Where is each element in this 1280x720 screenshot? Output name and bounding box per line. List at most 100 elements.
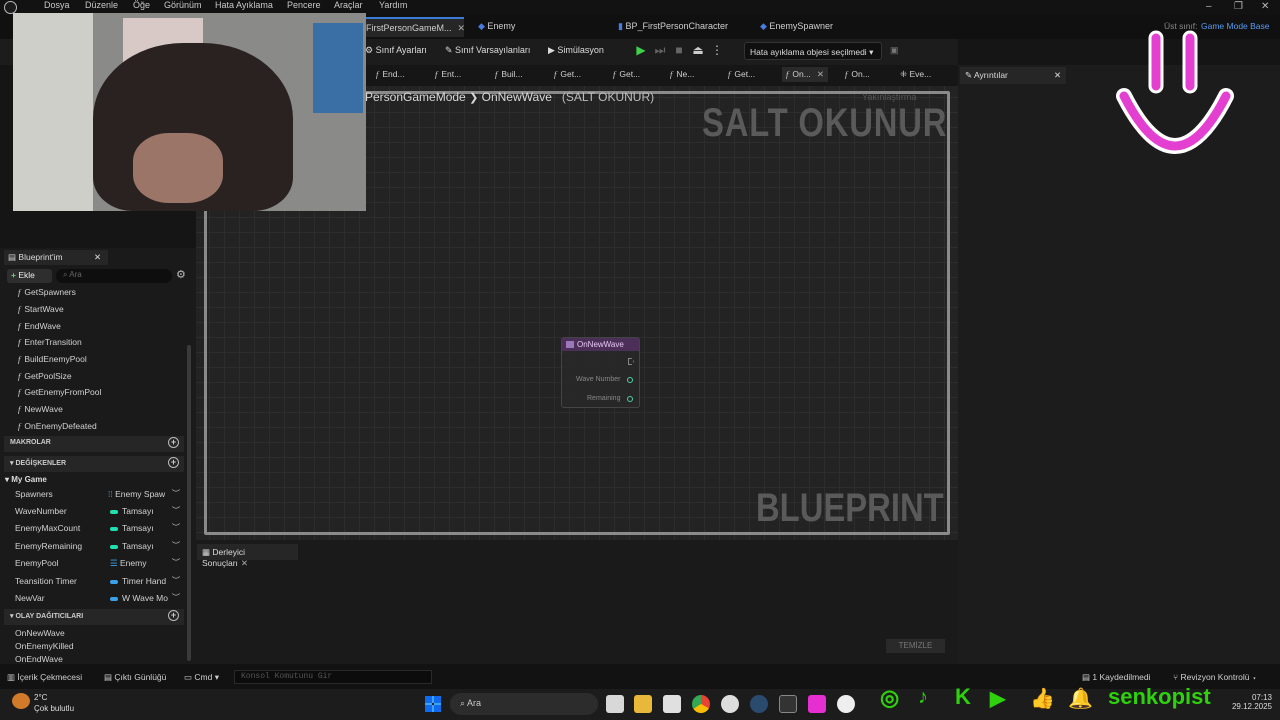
dispatcher-item[interactable]: OnNewWave (15, 628, 65, 638)
fn-tab-eve[interactable]: ⁜ Eve... (900, 69, 931, 80)
search-input[interactable]: ⌕ Ara (56, 269, 172, 283)
settings-gear-icon[interactable]: ⚙ (176, 268, 186, 281)
menu-edit[interactable]: Düzenle (85, 0, 118, 10)
add-button[interactable]: + Ekle (7, 269, 52, 283)
function-item[interactable]: f GetPoolSize (18, 371, 72, 381)
chevron-down-icon[interactable]: ︶ (172, 522, 180, 533)
menu-asset[interactable]: Öğe (133, 0, 150, 10)
variable-name[interactable]: Spawners (15, 489, 53, 499)
chevron-down-icon[interactable]: ︶ (172, 540, 180, 551)
fn-tab-get-2[interactable]: f Get... (613, 69, 640, 79)
chrome-icon[interactable] (692, 695, 710, 713)
fn-tab-ent[interactable]: f Ent... (435, 69, 461, 79)
variable-type[interactable]: ☰ Enemy (110, 558, 146, 569)
details-tab[interactable]: ✎ Ayrıntılar ✕ (960, 67, 1066, 84)
content-drawer-button[interactable]: ▥ İçerik Çekmecesi (7, 672, 82, 683)
menu-help[interactable]: Yardım (379, 0, 407, 10)
pin-dot-remaining[interactable] (627, 396, 633, 402)
maximize-icon[interactable]: ❐ (1234, 1, 1243, 12)
fn-tab-get-3[interactable]: f Get... (728, 69, 755, 79)
clear-button[interactable]: TEMİZLE (886, 639, 945, 653)
tab-enemyspawner[interactable]: ◆ EnemySpawner (752, 17, 841, 37)
menu-window[interactable]: Pencere (287, 0, 321, 10)
weather-icon[interactable] (12, 693, 30, 709)
variable-name[interactable]: EnemyMaxCount (15, 523, 80, 533)
class-settings-button[interactable]: ⚙ Sınıf Ayarları (365, 45, 427, 56)
unreal-engine-icon[interactable] (837, 695, 855, 713)
menu-tools[interactable]: Araçlar (334, 0, 363, 10)
add-dispatcher-icon[interactable]: + (168, 610, 179, 621)
fn-tab-end[interactable]: f End... (376, 69, 405, 79)
console-input[interactable]: Konsol Komutunu Gir (234, 670, 432, 684)
file-explorer-icon[interactable] (634, 695, 652, 713)
minimize-icon[interactable]: – (1206, 1, 1212, 12)
add-macro-icon[interactable]: + (168, 437, 179, 448)
simulation-button[interactable]: ▶ Simülasyon (548, 45, 604, 56)
browse-icon[interactable]: ▣ (890, 45, 899, 56)
variable-name[interactable]: WaveNumber (15, 506, 67, 516)
store-icon[interactable] (663, 695, 681, 713)
function-item[interactable]: f EndWave (18, 321, 61, 331)
output-log-button[interactable]: ▤ Çıktı Günlüğü (104, 672, 166, 683)
scrollbar[interactable] (187, 345, 191, 661)
fn-tab-ne[interactable]: f Ne... (670, 69, 694, 79)
variable-name[interactable]: EnemyRemaining (15, 541, 82, 551)
add-variable-icon[interactable]: + (168, 457, 179, 468)
compiler-results-tab[interactable]: ▦ Derleyici Sonuçları ✕ (197, 544, 298, 568)
taskbar-search[interactable]: ⌕ Ara (450, 693, 598, 715)
dispatchers-section[interactable]: ▾ OLAY DAĞITICILARI + (4, 609, 184, 625)
macros-section[interactable]: MAKROLAR + (4, 436, 184, 452)
exec-pin[interactable] (628, 358, 634, 365)
app-icon[interactable] (808, 695, 826, 713)
chevron-down-icon[interactable]: ︶ (172, 592, 180, 603)
advance-frame-icon[interactable]: ⏭ (653, 43, 667, 57)
cmd-dropdown[interactable]: ▭ Cmd ▾ (184, 672, 219, 683)
clock[interactable]: 07:13 29.12.2025 (1228, 693, 1272, 711)
function-item[interactable]: f GetEnemyFromPool (18, 387, 101, 397)
revision-control-button[interactable]: ⑂ Revizyon Kontrolü ▾ (1173, 672, 1257, 682)
dispatcher-item[interactable]: OnEndWave (15, 654, 63, 664)
close-tab-icon[interactable]: ✕ (1054, 70, 1061, 81)
fn-tab-get-1[interactable]: f Get... (554, 69, 581, 79)
task-view-icon[interactable] (606, 695, 624, 713)
fn-tab-buil[interactable]: f Buil... (495, 69, 523, 79)
variable-category[interactable]: ▾ My Game (5, 475, 47, 484)
tab-gamemode[interactable]: FirstPersonGameM... ✕ (358, 17, 466, 37)
function-item[interactable]: f OnEnemyDefeated (18, 421, 97, 431)
event-node-onnewwave[interactable]: OnNewWave Wave Number Remaining (561, 337, 640, 408)
function-item[interactable]: f NewWave (18, 404, 63, 414)
windows-start-icon[interactable] (425, 696, 441, 712)
chevron-down-icon[interactable]: ︶ (172, 505, 180, 516)
close-tab-icon[interactable]: ✕ (458, 23, 466, 33)
tab-enemy[interactable]: ◆ Enemy (470, 17, 523, 37)
class-defaults-button[interactable]: ✎ Sınıf Varsayılanları (445, 45, 530, 56)
function-item[interactable]: f StartWave (18, 304, 64, 314)
function-item[interactable]: f BuildEnemyPool (18, 354, 87, 364)
pin-dot-wave-number[interactable] (627, 377, 633, 383)
variable-type[interactable]: W Wave Mo (110, 593, 168, 603)
chevron-down-icon[interactable]: ︶ (172, 575, 180, 586)
close-tab-icon[interactable]: ✕ (94, 252, 101, 263)
variable-type[interactable]: Tamsayı (110, 541, 154, 551)
more-options-icon[interactable]: ⋮ (710, 43, 724, 57)
stop-icon[interactable]: ■ (672, 43, 686, 57)
variables-section[interactable]: ▾ DEĞİŞKENLER + (4, 456, 184, 472)
play-icon[interactable]: ▶ (634, 43, 648, 57)
variable-type[interactable]: Tamsayı (110, 523, 154, 533)
obs-icon[interactable] (721, 695, 739, 713)
variable-name[interactable]: NewVar (15, 593, 45, 603)
tab-bp-firstpersoncharacter[interactable]: ▮ BP_FirstPersonCharacter (610, 17, 736, 37)
variable-type[interactable]: Tamsayı (110, 506, 154, 516)
variable-name[interactable]: Teansition Timer (15, 576, 77, 586)
steam-icon[interactable] (750, 695, 768, 713)
unsaved-button[interactable]: ▤ 1 Kaydedilmedi (1082, 672, 1151, 683)
fn-tab-on[interactable]: f On... (845, 69, 870, 79)
dispatcher-item[interactable]: OnEnemyKilled (15, 641, 74, 651)
chevron-down-icon[interactable]: ︶ (172, 488, 180, 499)
menu-debug[interactable]: Hata Ayıklama (215, 0, 273, 10)
debug-object-select[interactable]: Hata ayıklama objesi seçilmedi ▾ (744, 42, 882, 60)
function-item[interactable]: f EnterTransition (18, 337, 82, 347)
eject-icon[interactable]: ⏏ (691, 43, 705, 57)
chevron-down-icon[interactable]: ︶ (172, 557, 180, 568)
my-blueprint-tab[interactable]: ▤ Blueprint'im ✕ (4, 250, 108, 265)
